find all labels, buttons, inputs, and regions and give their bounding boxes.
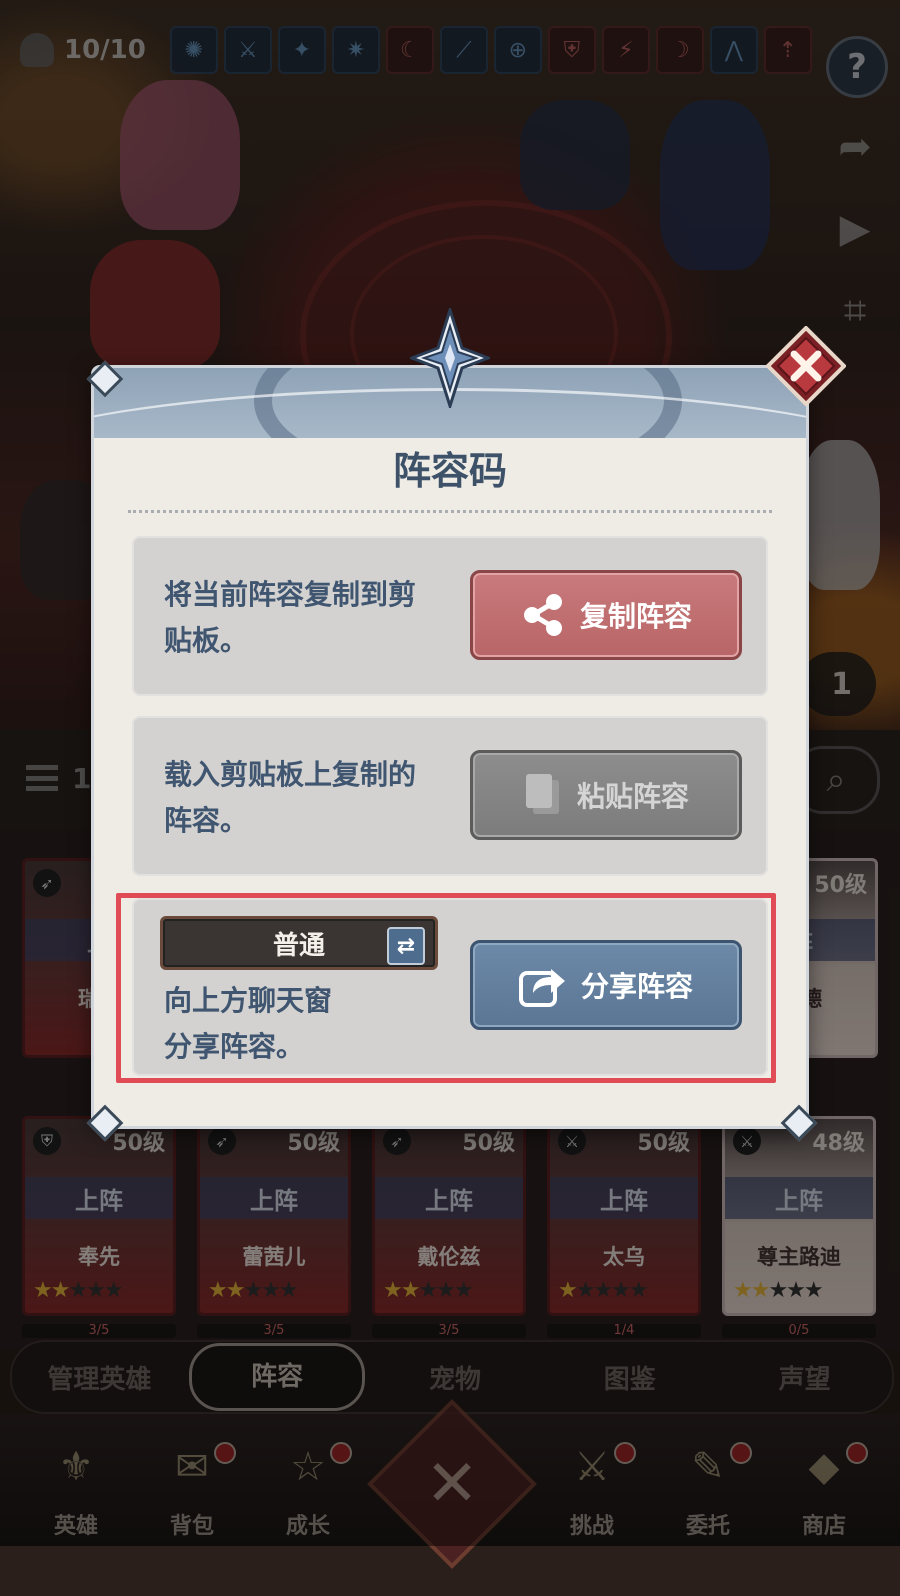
copy-lineup-section: 将当前阵容复制到剪 贴板。 复制阵容 [132,536,768,696]
share-nodes-icon [520,592,566,638]
copy-description: 将当前阵容复制到剪 贴板。 [164,578,417,657]
highlight-box [116,893,776,1083]
copy-lineup-button[interactable]: 复制阵容 [470,570,742,660]
crystal-crest-icon [410,308,490,408]
clipboard-icon [523,772,563,818]
paste-lineup-section: 载入剪贴板上复制的 阵容。 粘贴阵容 [132,716,768,876]
paste-description: 载入剪贴板上复制的 阵容。 [164,758,417,837]
dialog-title: 阵容码 [392,449,507,493]
paste-lineup-button[interactable]: 粘贴阵容 [470,750,742,840]
divider [128,510,772,513]
dialog-close-button[interactable] [766,326,846,406]
